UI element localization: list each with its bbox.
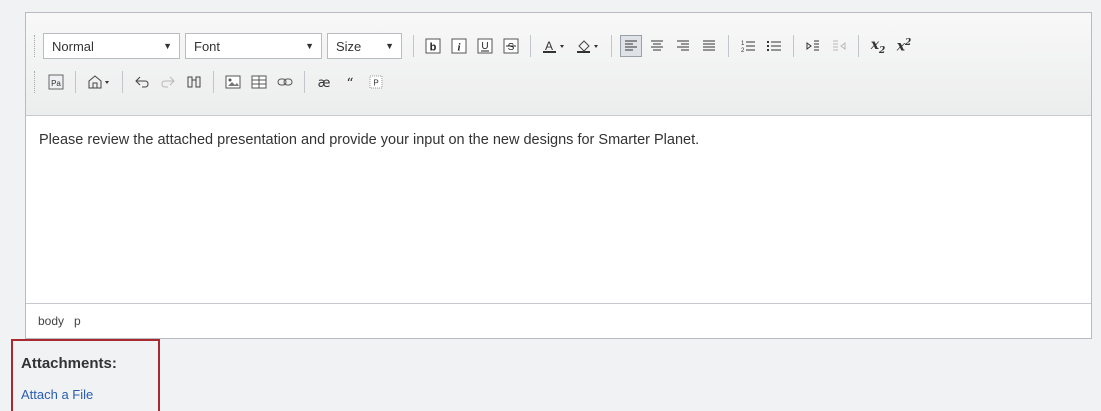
undo-button[interactable] bbox=[131, 71, 153, 93]
superscript-icon: x2 bbox=[896, 37, 912, 55]
outdent-icon bbox=[833, 40, 846, 51]
numbered-list-icon: 12 bbox=[741, 41, 755, 54]
format-select[interactable]: Normal ▼ bbox=[43, 33, 180, 59]
paint-bucket-icon bbox=[577, 40, 598, 53]
link-icon bbox=[277, 78, 293, 86]
table-icon bbox=[251, 75, 267, 89]
font-select-value: Font bbox=[194, 38, 221, 54]
strikethrough-icon: S bbox=[503, 38, 519, 54]
editor-content[interactable]: Please review the attached presentation … bbox=[26, 116, 1091, 303]
format-select-value: Normal bbox=[52, 38, 94, 54]
undo-icon bbox=[135, 76, 149, 88]
redo-icon bbox=[161, 76, 175, 88]
insert-table-button[interactable] bbox=[248, 71, 270, 93]
attachments-title: Attachments: bbox=[21, 355, 117, 372]
attachments-section: Attachments: Attach a File bbox=[11, 339, 160, 411]
paste-text-button[interactable]: Pa bbox=[45, 71, 67, 93]
toolbar-separator bbox=[858, 35, 859, 57]
attach-file-link[interactable]: Attach a File bbox=[21, 387, 93, 402]
binoculars-icon bbox=[187, 76, 201, 88]
text-color-icon: A bbox=[543, 39, 564, 53]
chevron-down-icon: ▼ bbox=[305, 41, 314, 51]
svg-text:S: S bbox=[508, 42, 515, 53]
svg-text:Pa: Pa bbox=[51, 79, 61, 88]
toolbar-separator bbox=[213, 71, 214, 93]
strikethrough-button[interactable]: S bbox=[500, 35, 522, 57]
toolbar-separator bbox=[530, 35, 531, 57]
rich-text-editor: Normal ▼ Font ▼ Size ▼ b i U S A 1 2 x2 … bbox=[25, 12, 1092, 339]
special-character-icon: æ bbox=[318, 76, 331, 90]
align-left-button[interactable] bbox=[620, 35, 642, 57]
chevron-down-icon: ▼ bbox=[385, 41, 394, 51]
numbered-list-button[interactable]: 12 bbox=[737, 35, 759, 57]
indent-button[interactable] bbox=[802, 35, 824, 57]
justify-button[interactable] bbox=[698, 35, 720, 57]
underline-button[interactable]: U bbox=[474, 35, 496, 57]
blockquote-button[interactable]: “ bbox=[339, 71, 361, 93]
templates-button[interactable] bbox=[84, 71, 114, 93]
svg-text:P: P bbox=[373, 79, 378, 88]
toolbar-grip bbox=[34, 71, 37, 93]
toolbar-separator bbox=[728, 35, 729, 57]
svg-text:b: b bbox=[430, 42, 437, 54]
quote-icon: “ bbox=[346, 76, 353, 90]
svg-text:U: U bbox=[481, 41, 488, 52]
align-right-button[interactable] bbox=[672, 35, 694, 57]
font-select[interactable]: Font ▼ bbox=[185, 33, 322, 59]
bullet-list-button[interactable] bbox=[763, 35, 785, 57]
subscript-icon: x2 bbox=[870, 36, 886, 56]
insert-image-button[interactable] bbox=[222, 71, 244, 93]
bold-icon: b bbox=[425, 38, 441, 54]
bullet-list-icon bbox=[767, 41, 781, 51]
path-item-body[interactable]: body bbox=[38, 314, 64, 328]
svg-text:2: 2 bbox=[741, 48, 745, 54]
toolbar-separator bbox=[122, 71, 123, 93]
italic-button[interactable]: i bbox=[448, 35, 470, 57]
toolbar-row-2: Pa æ “ P bbox=[34, 68, 1083, 96]
house-icon bbox=[88, 75, 109, 89]
toolbar-separator bbox=[611, 35, 612, 57]
toolbar-row-1: Normal ▼ Font ▼ Size ▼ b i U S A 1 2 x2 … bbox=[34, 30, 1083, 62]
justify-icon bbox=[703, 40, 715, 51]
redo-button[interactable] bbox=[157, 71, 179, 93]
toolbar-separator bbox=[793, 35, 794, 57]
svg-text:A: A bbox=[545, 39, 553, 53]
paste-text-icon: Pa bbox=[48, 74, 64, 90]
toolbar-separator bbox=[75, 71, 76, 93]
superscript-button[interactable]: x2 bbox=[893, 35, 915, 57]
align-left-icon bbox=[625, 40, 637, 51]
italic-icon: i bbox=[451, 38, 467, 54]
path-item-p[interactable]: p bbox=[74, 314, 81, 328]
editor-toolbar: Normal ▼ Font ▼ Size ▼ b i U S A 1 2 x2 … bbox=[26, 13, 1091, 116]
toolbar-grip bbox=[34, 35, 37, 57]
underline-icon: U bbox=[477, 38, 493, 54]
paragraph-button[interactable]: P bbox=[365, 71, 387, 93]
paragraph-icon: P bbox=[369, 75, 383, 89]
special-character-button[interactable]: æ bbox=[313, 71, 335, 93]
find-button[interactable] bbox=[183, 71, 205, 93]
editor-content-text: Please review the attached presentation … bbox=[39, 132, 700, 148]
subscript-button[interactable]: x2 bbox=[867, 35, 889, 57]
size-select[interactable]: Size ▼ bbox=[327, 33, 402, 59]
align-center-icon bbox=[651, 40, 663, 51]
svg-text:“: “ bbox=[346, 76, 353, 90]
insert-link-button[interactable] bbox=[274, 71, 296, 93]
element-path-bar: body p bbox=[26, 303, 1091, 338]
align-right-icon bbox=[677, 40, 689, 51]
toolbar-separator bbox=[413, 35, 414, 57]
background-color-button[interactable] bbox=[573, 35, 603, 57]
indent-icon bbox=[806, 40, 819, 51]
bold-button[interactable]: b bbox=[422, 35, 444, 57]
align-center-button[interactable] bbox=[646, 35, 668, 57]
size-select-value: Size bbox=[336, 38, 362, 54]
svg-text:æ: æ bbox=[318, 76, 331, 90]
chevron-down-icon: ▼ bbox=[163, 41, 172, 51]
toolbar-separator bbox=[304, 71, 305, 93]
text-color-button[interactable]: A bbox=[539, 35, 569, 57]
svg-text:1: 1 bbox=[741, 41, 745, 47]
outdent-button[interactable] bbox=[828, 35, 850, 57]
image-icon bbox=[225, 75, 241, 89]
